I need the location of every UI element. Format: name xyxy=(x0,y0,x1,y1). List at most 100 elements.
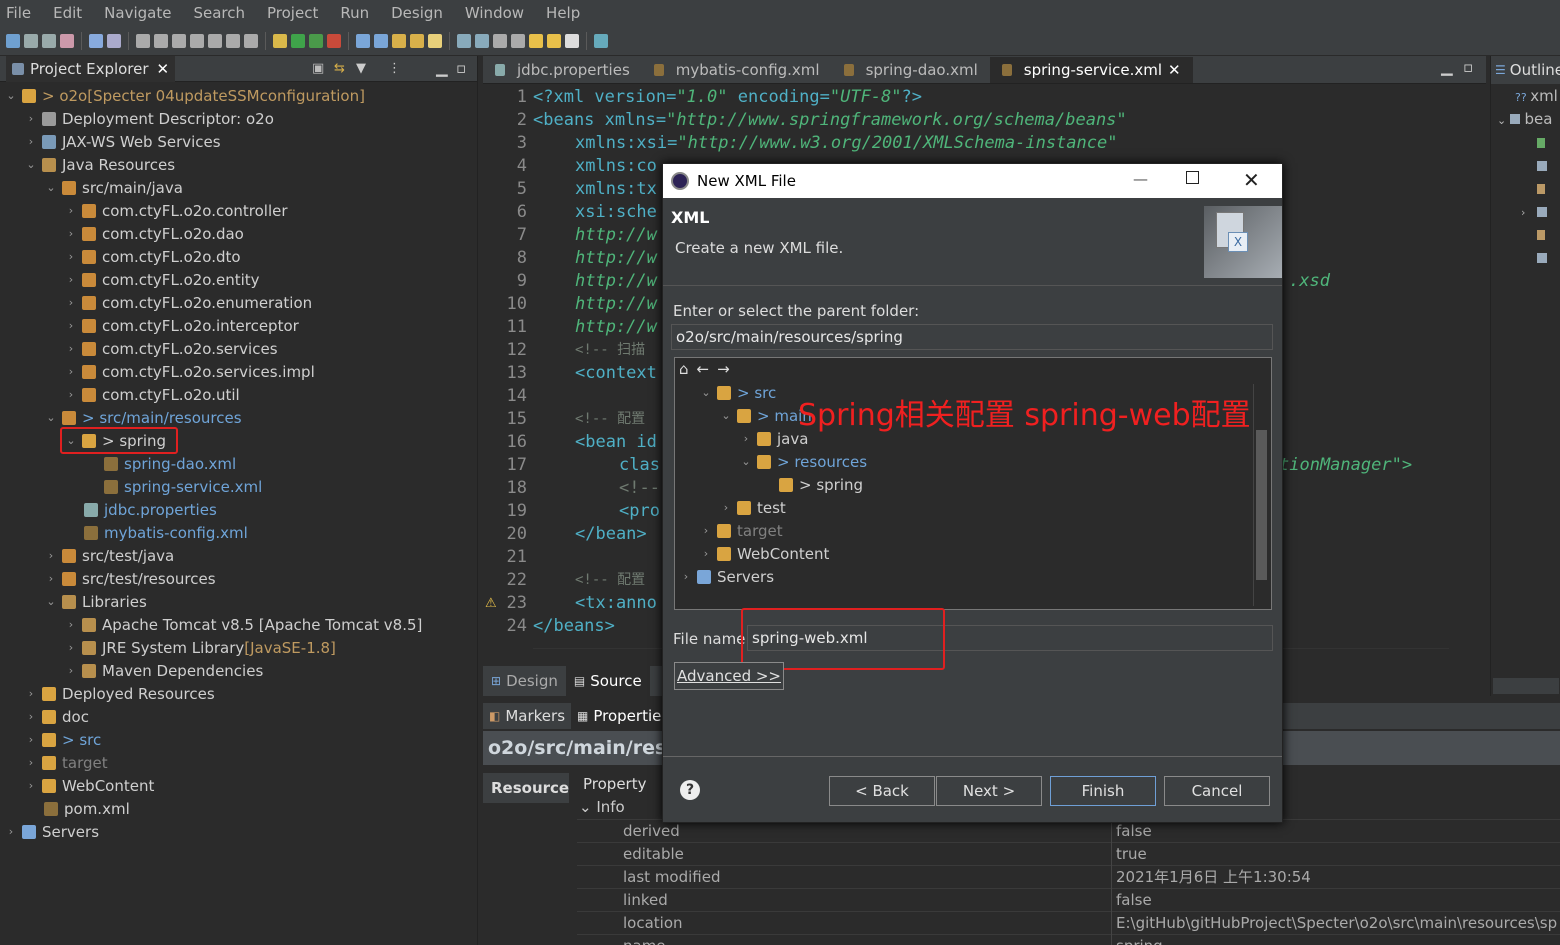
chevron-right-icon[interactable]: › xyxy=(64,388,78,401)
chevron-right-icon[interactable]: › xyxy=(679,570,693,583)
chevron-right-icon[interactable]: › xyxy=(739,432,753,445)
vertical-scrollbar[interactable] xyxy=(1449,86,1465,646)
tree-item[interactable]: › Deployment Descriptor: o2o xyxy=(24,107,274,130)
outline-item[interactable]: ?? xml xyxy=(1515,85,1558,108)
back-icon[interactable] xyxy=(547,33,561,48)
scroll-thumb[interactable] xyxy=(1256,430,1267,580)
step-return-icon[interactable] xyxy=(244,33,258,48)
save-all-icon[interactable] xyxy=(42,33,56,48)
tab-mybatis-config[interactable]: mybatis-config.xml xyxy=(642,57,832,83)
menu-navigate[interactable]: Navigate xyxy=(104,4,171,22)
pin-icon[interactable] xyxy=(475,33,489,48)
table-row[interactable]: last modified 2021年1月6日 上午1:30:54 xyxy=(577,865,1560,888)
chevron-right-icon[interactable]: › xyxy=(24,112,38,125)
menu-run[interactable]: Run xyxy=(340,4,369,22)
chevron-right-icon[interactable]: › xyxy=(24,756,38,769)
link-editor-icon[interactable]: ⇆ xyxy=(334,61,345,76)
menu-project[interactable]: Project xyxy=(267,4,318,22)
perspective-icon[interactable] xyxy=(594,33,608,48)
resume-icon[interactable] xyxy=(136,33,150,48)
filter-icon[interactable]: ▼ xyxy=(356,61,366,76)
chevron-down-icon[interactable]: ⌄ xyxy=(719,409,733,422)
back-button[interactable]: < Back xyxy=(829,776,935,806)
maximize-icon[interactable]: ▫ xyxy=(1463,58,1473,76)
suspend-icon[interactable] xyxy=(154,33,168,48)
close-icon[interactable]: ✕ xyxy=(157,60,170,78)
chevron-down-icon[interactable]: ⌄ xyxy=(739,455,753,468)
forward-icon[interactable] xyxy=(565,33,579,48)
save-icon[interactable] xyxy=(24,33,38,48)
tree-item[interactable]: › > src xyxy=(24,728,101,751)
finish-button[interactable]: Finish xyxy=(1050,776,1156,806)
outline-item[interactable]: ⌄ bea xyxy=(1497,108,1552,131)
tree-item-o2o[interactable]: ⌄ > o2o [Specter 04updateSSMconfiguration… xyxy=(4,84,365,107)
tree-item[interactable]: jdbc.properties xyxy=(84,498,217,521)
tree-item[interactable]: spring-service.xml xyxy=(104,475,262,498)
tree-item[interactable]: › doc xyxy=(24,705,89,728)
tab-source[interactable]: ▤ Source xyxy=(565,666,650,696)
chevron-right-icon[interactable]: › xyxy=(24,779,38,792)
chevron-right-icon[interactable]: › xyxy=(44,549,58,562)
help-icon[interactable]: ? xyxy=(680,780,700,800)
back-arrow-icon[interactable]: ← xyxy=(697,360,710,378)
tree-item-spring[interactable]: > spring xyxy=(779,473,863,496)
menu-edit[interactable]: Edit xyxy=(53,4,82,22)
new-icon[interactable] xyxy=(6,33,20,48)
tree-item[interactable]: › src/test/resources xyxy=(44,567,216,590)
next-button[interactable]: Next > xyxy=(936,776,1042,806)
tree-scrollbar[interactable] xyxy=(1253,384,1269,606)
chevron-right-icon[interactable]: › xyxy=(4,825,18,838)
tree-item[interactable]: › com.ctyFL.o2o.services xyxy=(64,337,278,360)
stop-icon[interactable] xyxy=(172,33,186,48)
tree-item[interactable]: › Servers xyxy=(4,820,99,843)
chevron-right-icon[interactable]: › xyxy=(64,227,78,240)
cancel-button[interactable]: Cancel xyxy=(1164,776,1270,806)
tree-item[interactable]: › test xyxy=(719,496,786,519)
forward-arrow-icon[interactable]: → xyxy=(717,360,730,378)
chevron-down-icon[interactable]: ⌄ xyxy=(44,595,58,608)
outline-header[interactable]: ☰ Outline xyxy=(1491,56,1560,84)
tree-item[interactable]: › WebContent xyxy=(699,542,830,565)
table-row[interactable]: location E:\gitHub\gitHubProject\Specter\… xyxy=(577,911,1560,934)
tree-item[interactable]: › Apache Tomcat v8.5 [Apache Tomcat v8.5] xyxy=(64,613,423,636)
step-into-icon[interactable] xyxy=(208,33,222,48)
chevron-right-icon[interactable]: › xyxy=(719,501,733,514)
chevron-right-icon[interactable]: › xyxy=(44,572,58,585)
chevron-right-icon[interactable]: › xyxy=(24,135,38,148)
tree-item[interactable]: pom.xml xyxy=(44,797,130,820)
minimize-icon[interactable]: ▁ xyxy=(1441,58,1453,76)
chevron-right-icon[interactable]: › xyxy=(64,641,78,654)
tree-item[interactable]: ⌄ > src xyxy=(699,381,776,404)
chevron-right-icon[interactable]: › xyxy=(699,524,713,537)
chevron-right-icon[interactable]: › xyxy=(64,273,78,286)
print-icon[interactable] xyxy=(60,33,74,48)
tree-item[interactable]: › com.ctyFL.o2o.entity xyxy=(64,268,260,291)
step-over-icon[interactable] xyxy=(226,33,240,48)
tree-item[interactable]: › target xyxy=(699,519,783,542)
resource-tab[interactable]: Resource xyxy=(483,773,569,803)
chevron-right-icon[interactable]: › xyxy=(64,664,78,677)
tree-item[interactable]: › src/test/java xyxy=(44,544,174,567)
parent-folder-input[interactable]: o2o/src/main/resources/spring xyxy=(671,324,1273,350)
search-icon[interactable] xyxy=(428,33,442,48)
chevron-down-icon[interactable]: ⌄ xyxy=(24,158,38,171)
tree-item[interactable]: › com.ctyFL.o2o.controller xyxy=(64,199,288,222)
tree-item[interactable]: › Deployed Resources xyxy=(24,682,215,705)
tree-item[interactable]: ⌄ Java Resources xyxy=(24,153,175,176)
tab-spring-dao[interactable]: spring-dao.xml xyxy=(832,57,990,83)
menu-file[interactable]: File xyxy=(6,4,31,22)
tree-item[interactable]: › com.ctyFL.o2o.services.impl xyxy=(64,360,315,383)
open-type-icon[interactable] xyxy=(392,33,406,48)
chevron-right-icon[interactable]: › xyxy=(24,733,38,746)
home-icon[interactable]: ⌂ xyxy=(679,360,689,378)
debug-icon[interactable] xyxy=(273,33,287,48)
info-group[interactable]: ⌄ Info xyxy=(579,796,625,819)
chevron-down-icon[interactable]: ⌄ xyxy=(699,386,713,399)
chevron-right-icon[interactable]: › xyxy=(64,618,78,631)
chevron-right-icon[interactable]: › xyxy=(64,296,78,309)
menu-search[interactable]: Search xyxy=(193,4,245,22)
chevron-right-icon[interactable]: › xyxy=(64,365,78,378)
tab-properties[interactable]: ▦ Properties xyxy=(571,703,676,729)
tree-item[interactable]: › com.ctyFL.o2o.interceptor xyxy=(64,314,299,337)
chevron-right-icon[interactable]: › xyxy=(1521,206,1525,219)
